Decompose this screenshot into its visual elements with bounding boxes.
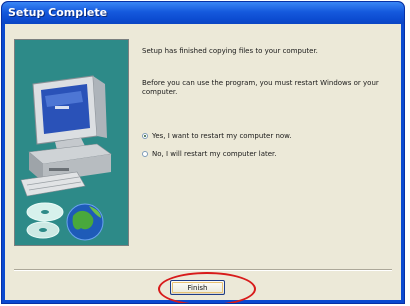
finish-highlight-circle [158, 272, 256, 303]
status-message: Setup has finished copying files to your… [142, 47, 318, 55]
window-title: Setup Complete [8, 6, 108, 19]
radio-restart-now[interactable] [142, 133, 148, 139]
computer-illustration-icon [20, 75, 112, 241]
radio-restart-later[interactable] [142, 151, 148, 157]
button-separator [14, 269, 392, 271]
title-bar[interactable]: Setup Complete [2, 2, 404, 24]
setup-illustration [14, 39, 129, 246]
setup-complete-dialog: Setup Complete Setup has finished copyin… [1, 1, 405, 304]
window-frame-right [401, 24, 404, 303]
restart-later-label[interactable]: No, I will restart my computer later. [152, 150, 277, 158]
restart-now-label[interactable]: Yes, I want to restart my computer now. [152, 132, 291, 140]
restart-later-option[interactable]: No, I will restart my computer later. [142, 150, 277, 158]
restart-now-option[interactable]: Yes, I want to restart my computer now. [142, 132, 291, 140]
restart-message: Before you can use the program, you must… [142, 79, 379, 96]
dialog-body: Setup has finished copying files to your… [5, 24, 401, 303]
